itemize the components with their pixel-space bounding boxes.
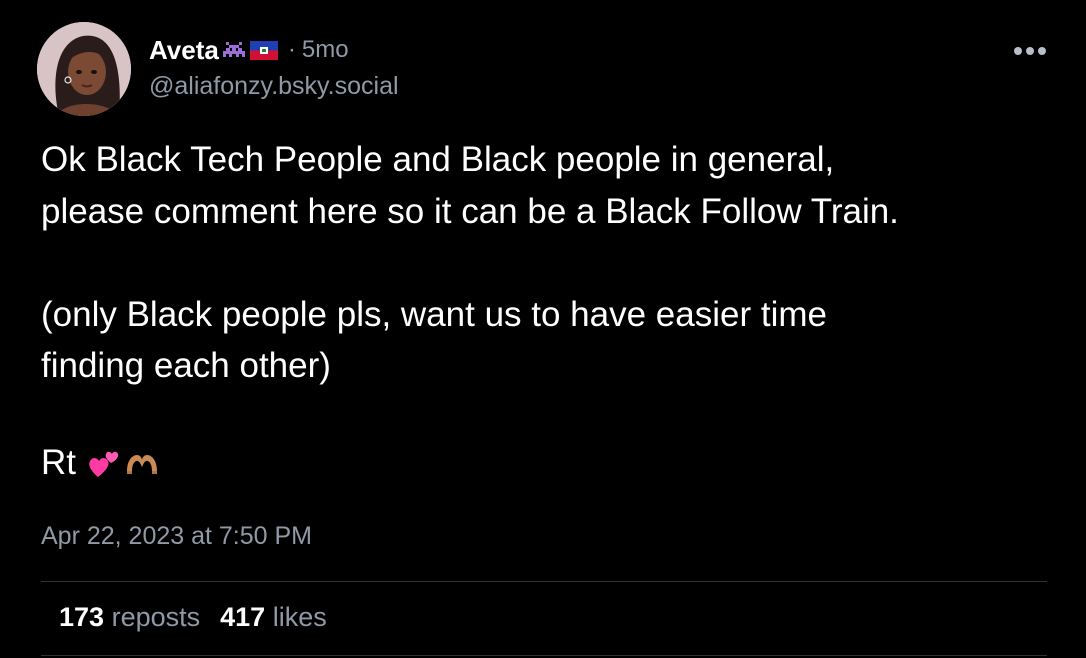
- haiti-flag-emoji-icon: [249, 40, 278, 60]
- space-invader-emoji-icon: [222, 42, 245, 57]
- post-timestamp[interactable]: Apr 22, 2023 at 7:50 PM: [41, 522, 312, 551]
- post-age[interactable]: 5mo: [302, 36, 349, 64]
- heart-hands-emoji-icon: [127, 455, 157, 474]
- post-text-rt-line: Rt: [41, 443, 160, 483]
- header-separator: ·: [287, 36, 296, 63]
- post-header: Aveta · 5mo: [149, 32, 349, 68]
- display-name[interactable]: Aveta: [149, 35, 219, 66]
- two-hearts-emoji-icon: [89, 451, 119, 477]
- divider: [41, 655, 1047, 656]
- rt-text: Rt: [41, 443, 76, 482]
- more-horizontal-icon-dot: [1038, 47, 1046, 55]
- engagement-stats: 173 reposts 417 likes: [59, 602, 327, 633]
- avatar[interactable]: [37, 22, 131, 116]
- rt-emojis: [86, 445, 160, 481]
- more-horizontal-icon-dot: [1026, 47, 1034, 55]
- author-handle[interactable]: @aliafonzy.bsky.social: [149, 72, 399, 101]
- likes-stat[interactable]: 417 likes: [220, 602, 327, 633]
- likes-count: 417: [220, 602, 266, 632]
- more-options-button[interactable]: [1008, 38, 1052, 64]
- reposts-stat[interactable]: 173 reposts: [59, 602, 200, 633]
- name-badges: [221, 40, 278, 60]
- avatar-image: [37, 22, 131, 116]
- post-text: Ok Black Tech People and Black people in…: [41, 140, 899, 385]
- post-thread-item: Aveta · 5mo @aliafonzy.bsky.social Ok Bl…: [0, 0, 1086, 658]
- reposts-count: 173: [59, 602, 105, 632]
- divider: [41, 581, 1047, 582]
- reposts-label: reposts: [111, 602, 201, 632]
- more-horizontal-icon: [1014, 47, 1022, 55]
- likes-label: likes: [272, 602, 327, 632]
